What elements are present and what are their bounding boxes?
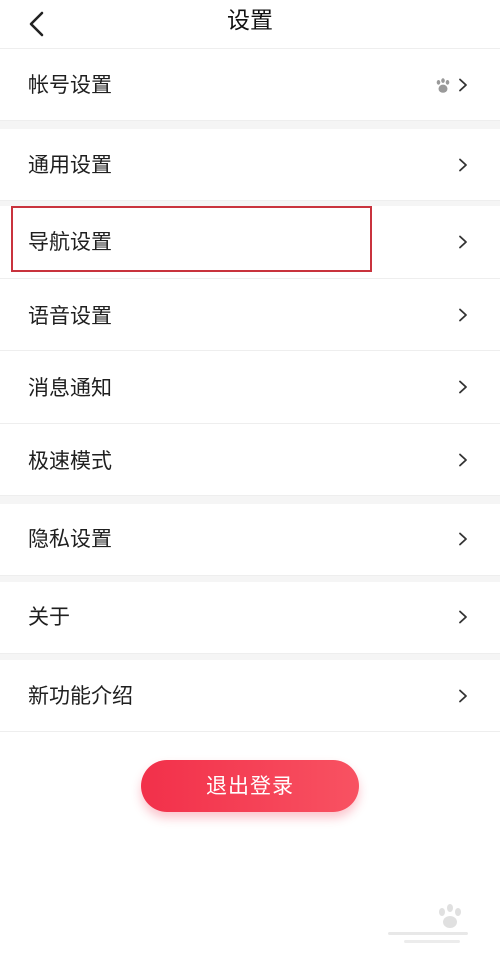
- chevron-right-icon: [459, 380, 467, 394]
- chevron-right-icon: [459, 610, 467, 624]
- row-label: 隐私设置: [28, 527, 112, 551]
- settings-row-account[interactable]: 帐号设置: [0, 49, 500, 121]
- settings-row-navigation[interactable]: 导航设置: [0, 206, 500, 279]
- section-gap: [0, 496, 500, 504]
- settings-row-new-features[interactable]: 新功能介绍: [0, 660, 500, 732]
- settings-row-notifications[interactable]: 消息通知: [0, 351, 500, 424]
- watermark-paw-icon: [388, 904, 468, 943]
- chevron-right-icon: [459, 453, 467, 467]
- row-label: 导航设置: [28, 230, 112, 254]
- row-label: 极速模式: [28, 449, 112, 473]
- row-label: 语音设置: [28, 304, 112, 328]
- chevron-right-icon: [459, 235, 467, 249]
- section-gap: [0, 121, 500, 129]
- settings-row-speed-mode[interactable]: 极速模式: [0, 424, 500, 496]
- settings-row-general[interactable]: 通用设置: [0, 129, 500, 201]
- chevron-right-icon: [459, 532, 467, 546]
- page-title: 设置: [227, 8, 273, 34]
- settings-row-privacy[interactable]: 隐私设置: [0, 504, 500, 576]
- settings-row-about[interactable]: 关于: [0, 582, 500, 654]
- chevron-right-icon: [459, 158, 467, 172]
- row-label: 通用设置: [28, 153, 112, 177]
- logout-button[interactable]: 退出登录: [141, 760, 359, 812]
- chevron-right-icon: [459, 308, 467, 322]
- row-label: 新功能介绍: [28, 684, 133, 708]
- row-label: 关于: [28, 605, 70, 629]
- row-label: 消息通知: [28, 376, 112, 400]
- paw-icon: [436, 78, 450, 93]
- row-label: 帐号设置: [28, 73, 112, 97]
- chevron-right-icon: [459, 689, 467, 703]
- settings-row-voice[interactable]: 语音设置: [0, 279, 500, 351]
- top-bar: 设置: [0, 0, 500, 49]
- chevron-right-icon: [459, 78, 467, 92]
